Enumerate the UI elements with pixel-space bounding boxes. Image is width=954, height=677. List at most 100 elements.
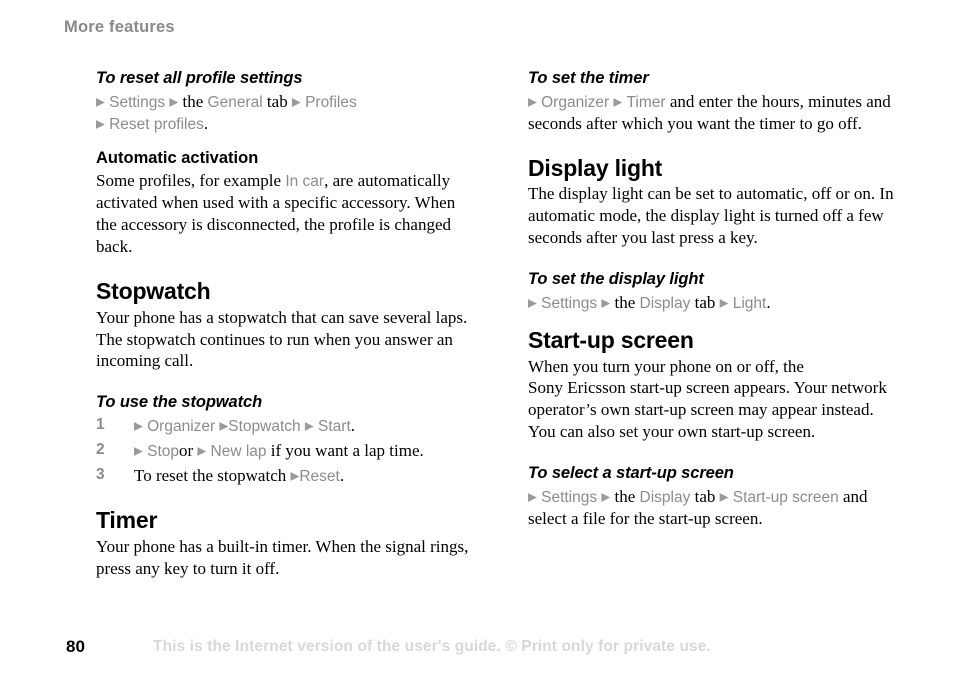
- section-paragraph: The display light can be set to automati…: [528, 184, 894, 248]
- ui-term-start-up-screen: Start-up screen: [732, 488, 839, 506]
- left-column: To reset all profile settings ▶ Settings…: [96, 69, 471, 580]
- section-automatic-activation: Automatic activation Some profiles, for …: [96, 148, 471, 258]
- procedure-set-the-timer: To set the timer ▶ Organizer ▶ Timer and…: [528, 69, 903, 135]
- section-paragraph-line1: When you turn your phone on or off, the: [528, 356, 804, 376]
- connector-tab: tab: [266, 91, 288, 111]
- section-subtitle: Automatic activation: [96, 148, 259, 167]
- arrow-right-icon: ▶: [96, 96, 105, 109]
- ui-term-light: Light: [732, 294, 767, 312]
- arrow-right-icon: ▶: [719, 297, 729, 310]
- procedure-step-list: 1 ▶ Organizer ▶Stopwatch ▶ Start. 2 ▶ Stop…: [96, 415, 471, 487]
- connector-tab: tab: [694, 292, 716, 312]
- arrow-right-icon: ▶: [613, 96, 623, 109]
- running-header: More features: [64, 18, 175, 36]
- step-tail-text: if you want a lap time.: [266, 441, 424, 461]
- procedure-set-the-display-light: To set the display light ▶ Settings ▶ th…: [528, 270, 903, 314]
- ui-term-profiles: Profiles: [305, 93, 357, 111]
- right-column: To set the timer ▶ Organizer ▶ Timer and…: [528, 69, 903, 530]
- ui-term-general: General: [207, 93, 263, 111]
- ui-term-settings: Settings: [541, 488, 598, 506]
- arrow-right-icon: ▶: [528, 297, 537, 310]
- page-number: 80: [66, 637, 85, 656]
- procedure-title: To use the stopwatch: [96, 393, 263, 412]
- section-stopwatch: Stopwatch Your phone has a stopwatch tha…: [96, 277, 471, 372]
- ui-term-display: Display: [639, 294, 691, 312]
- period: .: [350, 416, 356, 436]
- ui-term-timer: Timer: [626, 93, 666, 111]
- connector-the: the: [614, 486, 636, 506]
- procedure-title: To set the display light: [528, 270, 704, 288]
- step-number: 3: [96, 465, 105, 483]
- procedure-title: To reset all profile settings: [96, 69, 303, 87]
- connector-the: the: [614, 292, 636, 312]
- ui-term-settings: Settings: [109, 93, 166, 111]
- ui-term-organizer: Organizer: [541, 93, 610, 111]
- ui-term-display: Display: [639, 488, 691, 506]
- section-paragraph: Some profiles, for example In car, are a…: [96, 170, 471, 257]
- arrow-right-icon: ▶: [197, 445, 207, 458]
- list-item: 1 ▶ Organizer ▶Stopwatch ▶ Start.: [96, 415, 471, 437]
- section-paragraph: Your phone has a built-in timer. When th…: [96, 536, 469, 578]
- navigation-path-continued: ▶ Reset profiles.: [96, 113, 471, 135]
- arrow-right-icon: ▶: [304, 420, 314, 433]
- list-item: 2 ▶ Stopor ▶ New lap if you want a lap ti…: [96, 440, 471, 462]
- ui-term-stopwatch: Stopwatch: [228, 418, 301, 436]
- section-paragraph: Your phone has a stopwatch that can save…: [96, 307, 468, 371]
- procedure-select-a-start-up-screen: To select a start-up screen ▶ Settings ▶…: [528, 464, 903, 530]
- arrow-right-icon: ▶: [291, 96, 301, 109]
- step-lead-text: To reset the stopwatch: [134, 465, 291, 485]
- section-title: Stopwatch: [96, 277, 211, 304]
- text-before-term: Some profiles, for example: [96, 171, 286, 191]
- section-timer: Timer Your phone has a built-in timer. W…: [96, 506, 471, 580]
- section-display-light: Display light The display light can be s…: [528, 154, 903, 249]
- arrow-right-icon: ▶: [528, 491, 537, 504]
- ui-term-new-lap: New lap: [210, 443, 267, 461]
- arrow-right-icon: ▶: [96, 118, 105, 131]
- ui-term-stop: Stop: [147, 443, 179, 461]
- arrow-right-icon: ▶: [601, 491, 611, 504]
- ui-term-start: Start: [318, 418, 351, 436]
- connector-or: or: [179, 441, 194, 461]
- navigation-path: ▶ Settings ▶ the General tab ▶ Profiles: [96, 91, 471, 113]
- ui-term-reset: Reset: [299, 467, 340, 485]
- navigation-path: ▶ Organizer ▶ Timer and enter the hours,…: [528, 91, 903, 135]
- ui-term-reset-profiles: Reset profiles: [109, 115, 204, 133]
- arrow-right-icon: ▶: [528, 96, 537, 109]
- procedure-reset-all-profile-settings: To reset all profile settings ▶ Settings…: [96, 69, 471, 135]
- list-item: 3 To reset the stopwatch ▶Reset.: [96, 465, 471, 487]
- footer-watermark: This is the Internet version of the user…: [153, 638, 711, 655]
- connector-tab: tab: [694, 486, 716, 506]
- step-number: 1: [96, 416, 105, 434]
- section-title: Display light: [528, 154, 663, 181]
- section-title: Timer: [96, 506, 158, 533]
- ui-term-organizer: Organizer: [147, 418, 216, 436]
- navigation-path: ▶ Settings ▶ the Display tab ▶ Light.: [528, 292, 903, 314]
- step-number: 2: [96, 441, 105, 459]
- procedure-use-the-stopwatch: To use the stopwatch 1 ▶ Organizer ▶Stopw…: [96, 393, 471, 487]
- section-start-up-screen: Start-up screen When you turn your phone…: [528, 326, 903, 443]
- section-paragraph-line2: Sony Ericsson start-up screen appears. Y…: [528, 378, 887, 442]
- procedure-title: To set the timer: [528, 69, 649, 87]
- section-title: Start-up screen: [528, 326, 694, 353]
- arrow-right-icon: ▶: [134, 420, 143, 433]
- ui-term-in-car: In car: [285, 173, 325, 191]
- page-footer: 80 This is the Internet version of the u…: [0, 629, 954, 677]
- procedure-title: To select a start-up screen: [528, 464, 734, 482]
- navigation-path: ▶ Settings ▶ the Display tab ▶ Start-up …: [528, 486, 903, 530]
- arrow-right-icon: ▶: [169, 96, 179, 109]
- period: .: [339, 465, 345, 485]
- ui-term-settings: Settings: [541, 294, 598, 312]
- arrow-right-icon: ▶: [219, 420, 229, 433]
- connector-the: the: [182, 91, 204, 111]
- arrow-right-icon: ▶: [719, 491, 729, 504]
- period: .: [203, 113, 209, 133]
- arrow-right-icon: ▶: [134, 445, 143, 458]
- arrow-right-icon: ▶: [601, 297, 611, 310]
